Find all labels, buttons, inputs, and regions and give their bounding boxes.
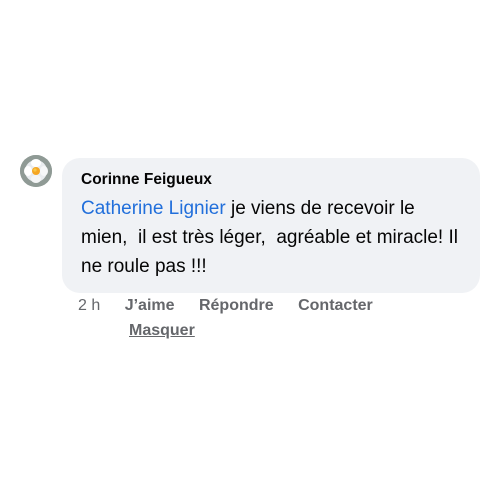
comment-text: Catherine Lignier je viens de recevoir l… [81,194,462,281]
comment-timestamp[interactable]: 2 h [78,297,100,314]
comment-bubble: Corinne Feigueux Catherine Lignier je vi… [62,158,480,293]
contact-button[interactable]: Contacter [298,297,373,314]
reply-button[interactable]: Répondre [199,297,274,314]
mention-link[interactable]: Catherine Lignier [81,198,226,219]
comment-author[interactable]: Corinne Feigueux [81,170,462,190]
like-button[interactable]: J’aime [125,297,175,314]
hide-button[interactable]: Masquer [129,322,195,339]
flower-avatar-icon [20,155,52,187]
avatar[interactable] [20,155,52,187]
comment-actions: 2 h J’aime Répondre Contacter Masquer [78,295,478,342]
